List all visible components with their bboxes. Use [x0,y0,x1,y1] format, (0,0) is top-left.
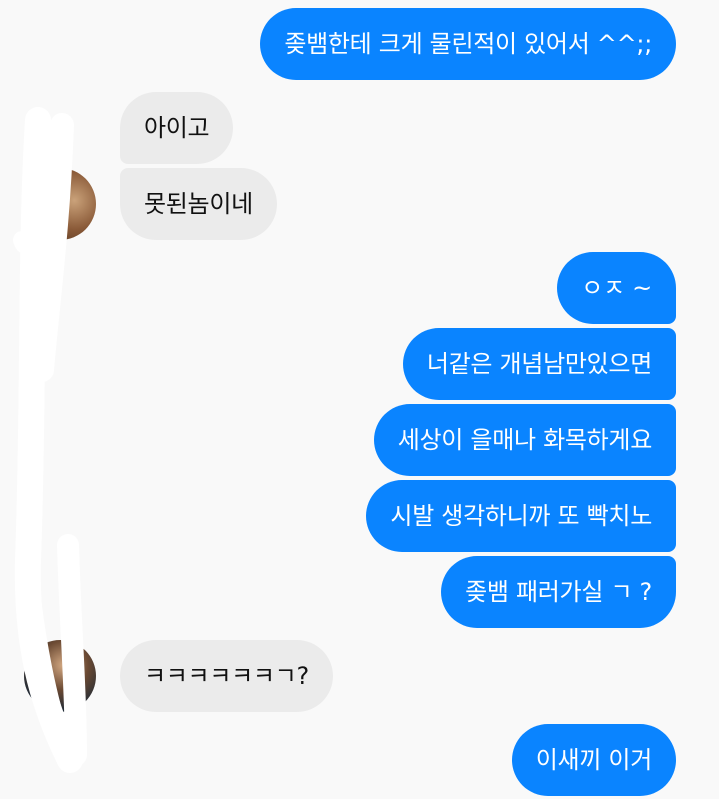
message-bubble-incoming[interactable]: ㅋㅋㅋㅋㅋㅋㄱ? [120,640,333,712]
message-bubble-outgoing[interactable]: ㅇㅈ ~ [557,252,676,324]
contact-avatar[interactable] [24,640,96,712]
chat-thread: 좆뱀한테 크게 물린적이 있어서 ^^;; 아이고 못된놈이네 ㅇㅈ ~ 너같은… [0,0,719,799]
message-bubble-outgoing[interactable]: 너같은 개념남만있으면 [402,328,676,400]
message-bubble-outgoing[interactable]: 좆뱀한테 크게 물린적이 있어서 ^^;; [260,8,676,80]
message-bubble-outgoing[interactable]: 이새끼 이거 [511,724,676,796]
message-bubble-outgoing[interactable]: 좆뱀 패러가실 ㄱ ? [441,556,676,628]
message-bubble-outgoing[interactable]: 세상이 을매나 화목하게요 [373,404,676,476]
contact-avatar[interactable] [24,168,96,240]
message-bubble-incoming[interactable]: 아이고 [120,92,234,164]
message-bubble-outgoing[interactable]: 시발 생각하니까 또 빡치노 [366,480,676,552]
message-bubble-incoming[interactable]: 못된놈이네 [120,168,277,240]
